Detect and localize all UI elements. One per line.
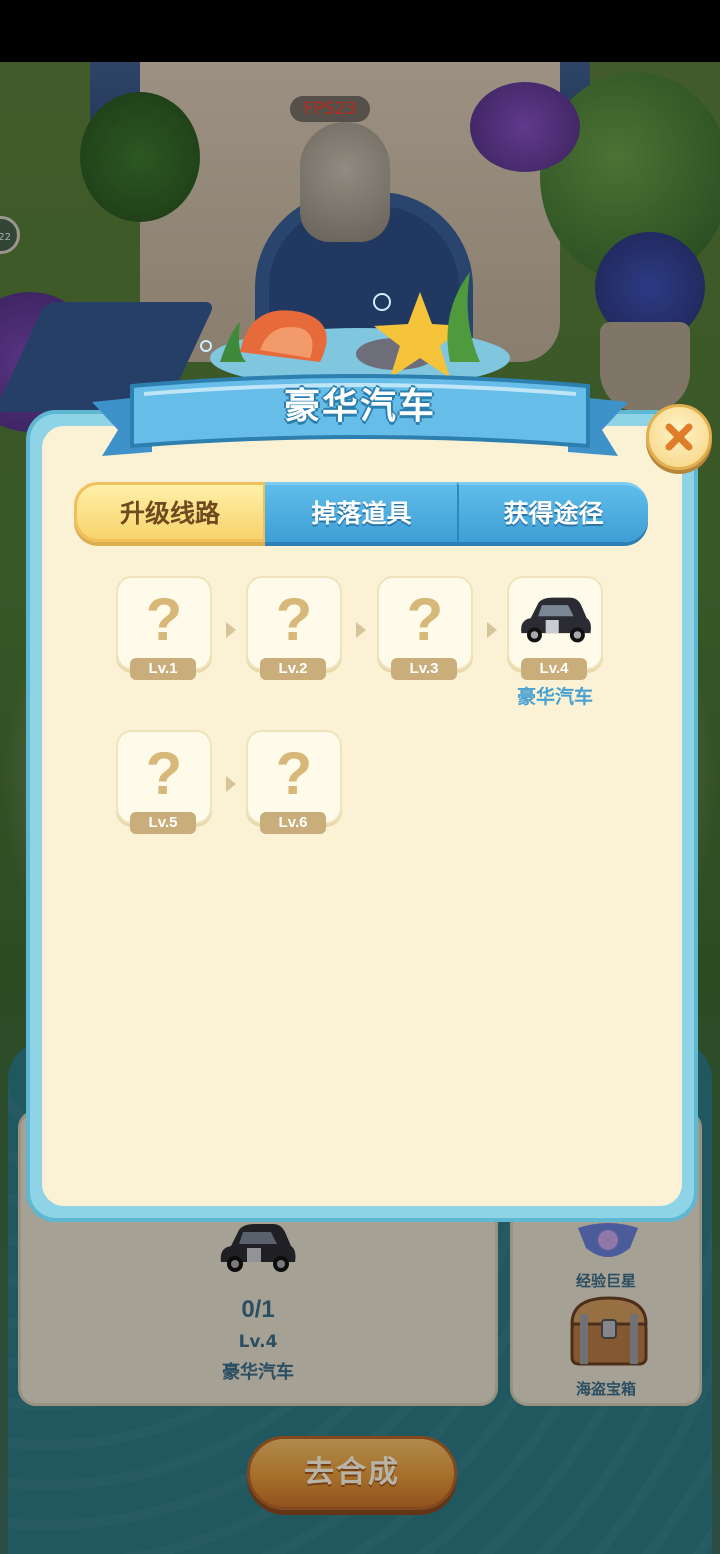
arrow-right-icon	[356, 622, 366, 638]
tab-obtain-methods[interactable]: 获得途径	[457, 482, 648, 542]
level-item-3[interactable]: ? Lv.3	[377, 576, 473, 680]
seashell-decoration	[200, 272, 510, 382]
level-item-6[interactable]: ? Lv.6	[246, 730, 342, 834]
level-item-2[interactable]: ? Lv.2	[246, 576, 342, 680]
question-mark-icon: ?	[406, 586, 444, 653]
level-item-1[interactable]: ? Lv.1	[116, 576, 212, 680]
question-mark-icon: ?	[275, 586, 313, 653]
level-badge: Lv.6	[260, 812, 326, 834]
level-item-4[interactable]: Lv.4 豪华汽车	[507, 576, 603, 708]
level-badge: Lv.4	[521, 658, 587, 680]
dialog-title: 豪华汽车	[283, 386, 436, 427]
question-mark-icon: ?	[145, 740, 183, 807]
question-mark-icon: ?	[145, 586, 183, 653]
level-badge: Lv.5	[130, 812, 196, 834]
status-bar	[0, 0, 720, 62]
level-badge: Lv.2	[260, 658, 326, 680]
item-name: 豪华汽车	[516, 686, 593, 708]
luxury-car-icon	[521, 597, 591, 643]
arrow-right-icon	[487, 622, 497, 638]
tab-bar: 升级线路 掉落道具 获得途径	[74, 482, 648, 542]
question-mark-icon: ?	[275, 740, 313, 807]
close-icon	[665, 423, 693, 451]
level-badge: Lv.3	[391, 658, 457, 680]
tab-upgrade-path[interactable]: 升级线路	[74, 482, 266, 542]
arrow-right-icon	[226, 622, 236, 638]
tab-dropped-items[interactable]: 掉落道具	[265, 482, 458, 542]
level-item-5[interactable]: ? Lv.5	[116, 730, 212, 834]
arrow-right-icon	[226, 776, 236, 792]
close-button[interactable]	[646, 404, 712, 470]
level-badge: Lv.1	[130, 658, 196, 680]
